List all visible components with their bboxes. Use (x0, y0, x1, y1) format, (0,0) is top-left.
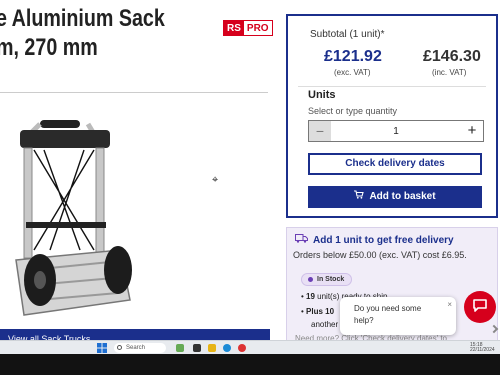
product-title-line-1: e Aluminium Sack (0, 5, 165, 32)
search-icon (117, 345, 122, 350)
divider (298, 86, 486, 87)
stock-line-more: • Plus 10 (301, 307, 335, 316)
chat-button[interactable] (464, 291, 496, 323)
rs-logo-text: RS (224, 21, 244, 35)
sack-truck-image[interactable] (10, 110, 150, 325)
basket-icon (354, 186, 365, 208)
check-delivery-dates-button[interactable]: Check delivery dates (308, 153, 482, 175)
quantity-input[interactable]: 1 (331, 126, 461, 137)
price-exc-vat: £121.92 (324, 48, 382, 65)
pro-logo-text: PRO (246, 23, 269, 34)
taskbar-search[interactable]: Search (114, 343, 166, 353)
delivery-threshold-text: Orders below £50.00 (exc. VAT) cost £6.9… (293, 250, 467, 260)
decrease-quantity-button[interactable]: − (309, 121, 331, 141)
section-divider (0, 92, 268, 93)
help-chat-text: Do you need some help? (354, 304, 422, 325)
stock-more-text: Plus 10 (306, 307, 335, 316)
chrome-browser-icon[interactable] (238, 344, 246, 352)
increase-quantity-button[interactable]: + (461, 121, 483, 141)
widget-icon[interactable] (176, 344, 184, 352)
stock-count: 19 (306, 292, 315, 301)
delivery-truck-icon (295, 234, 308, 246)
product-title: e Aluminium Sack m, 270 mm (0, 4, 176, 62)
rs-pro-logo: RS PRO (223, 20, 273, 36)
inc-vat-label: (inc. VAT) (432, 68, 467, 77)
windows-taskbar: Search 15:18 22/11/2024 (0, 340, 500, 354)
add-to-basket-label: Add to basket (369, 191, 436, 202)
mouse-cursor-icon: ⌖ (212, 174, 219, 186)
stock-dot-icon (308, 276, 313, 282)
help-chat-popup[interactable]: × Do you need some help? (340, 297, 456, 335)
buy-box: Subtotal (1 unit)* £121.92 £146.30 (exc.… (286, 14, 498, 218)
subtotal-label: Subtotal (1 unit)* (310, 29, 385, 40)
exc-vat-label: (exc. VAT) (334, 68, 371, 77)
free-delivery-title: Add 1 unit to get free delivery (295, 234, 454, 246)
monitor-bezel (0, 354, 500, 375)
browser-page: e Aluminium Sack m, 270 mm RS PRO ⌖ View… (0, 0, 500, 348)
task-view-icon[interactable] (193, 344, 201, 352)
in-stock-label: In Stock (317, 276, 345, 283)
in-stock-badge: In Stock (301, 273, 353, 286)
quantity-hint: Select or type quantity (308, 106, 398, 116)
close-icon[interactable]: × (447, 299, 452, 311)
product-title-line-2: m, 270 mm (0, 34, 98, 61)
add-to-basket-button[interactable]: Add to basket (308, 186, 482, 208)
chat-bubble-icon (472, 298, 488, 317)
price-inc-vat: £146.30 (423, 48, 481, 65)
edge-browser-icon[interactable] (223, 344, 231, 352)
file-explorer-icon[interactable] (208, 344, 216, 352)
free-delivery-text: Add 1 unit to get free delivery (313, 234, 454, 246)
system-clock: 15:18 22/11/2024 (470, 342, 495, 353)
quantity-stepper: − 1 + (308, 120, 484, 142)
search-placeholder: Search (126, 345, 146, 351)
windows-start-icon[interactable] (97, 343, 107, 353)
units-label: Units (308, 89, 336, 101)
stock-line-another: another (311, 320, 339, 329)
